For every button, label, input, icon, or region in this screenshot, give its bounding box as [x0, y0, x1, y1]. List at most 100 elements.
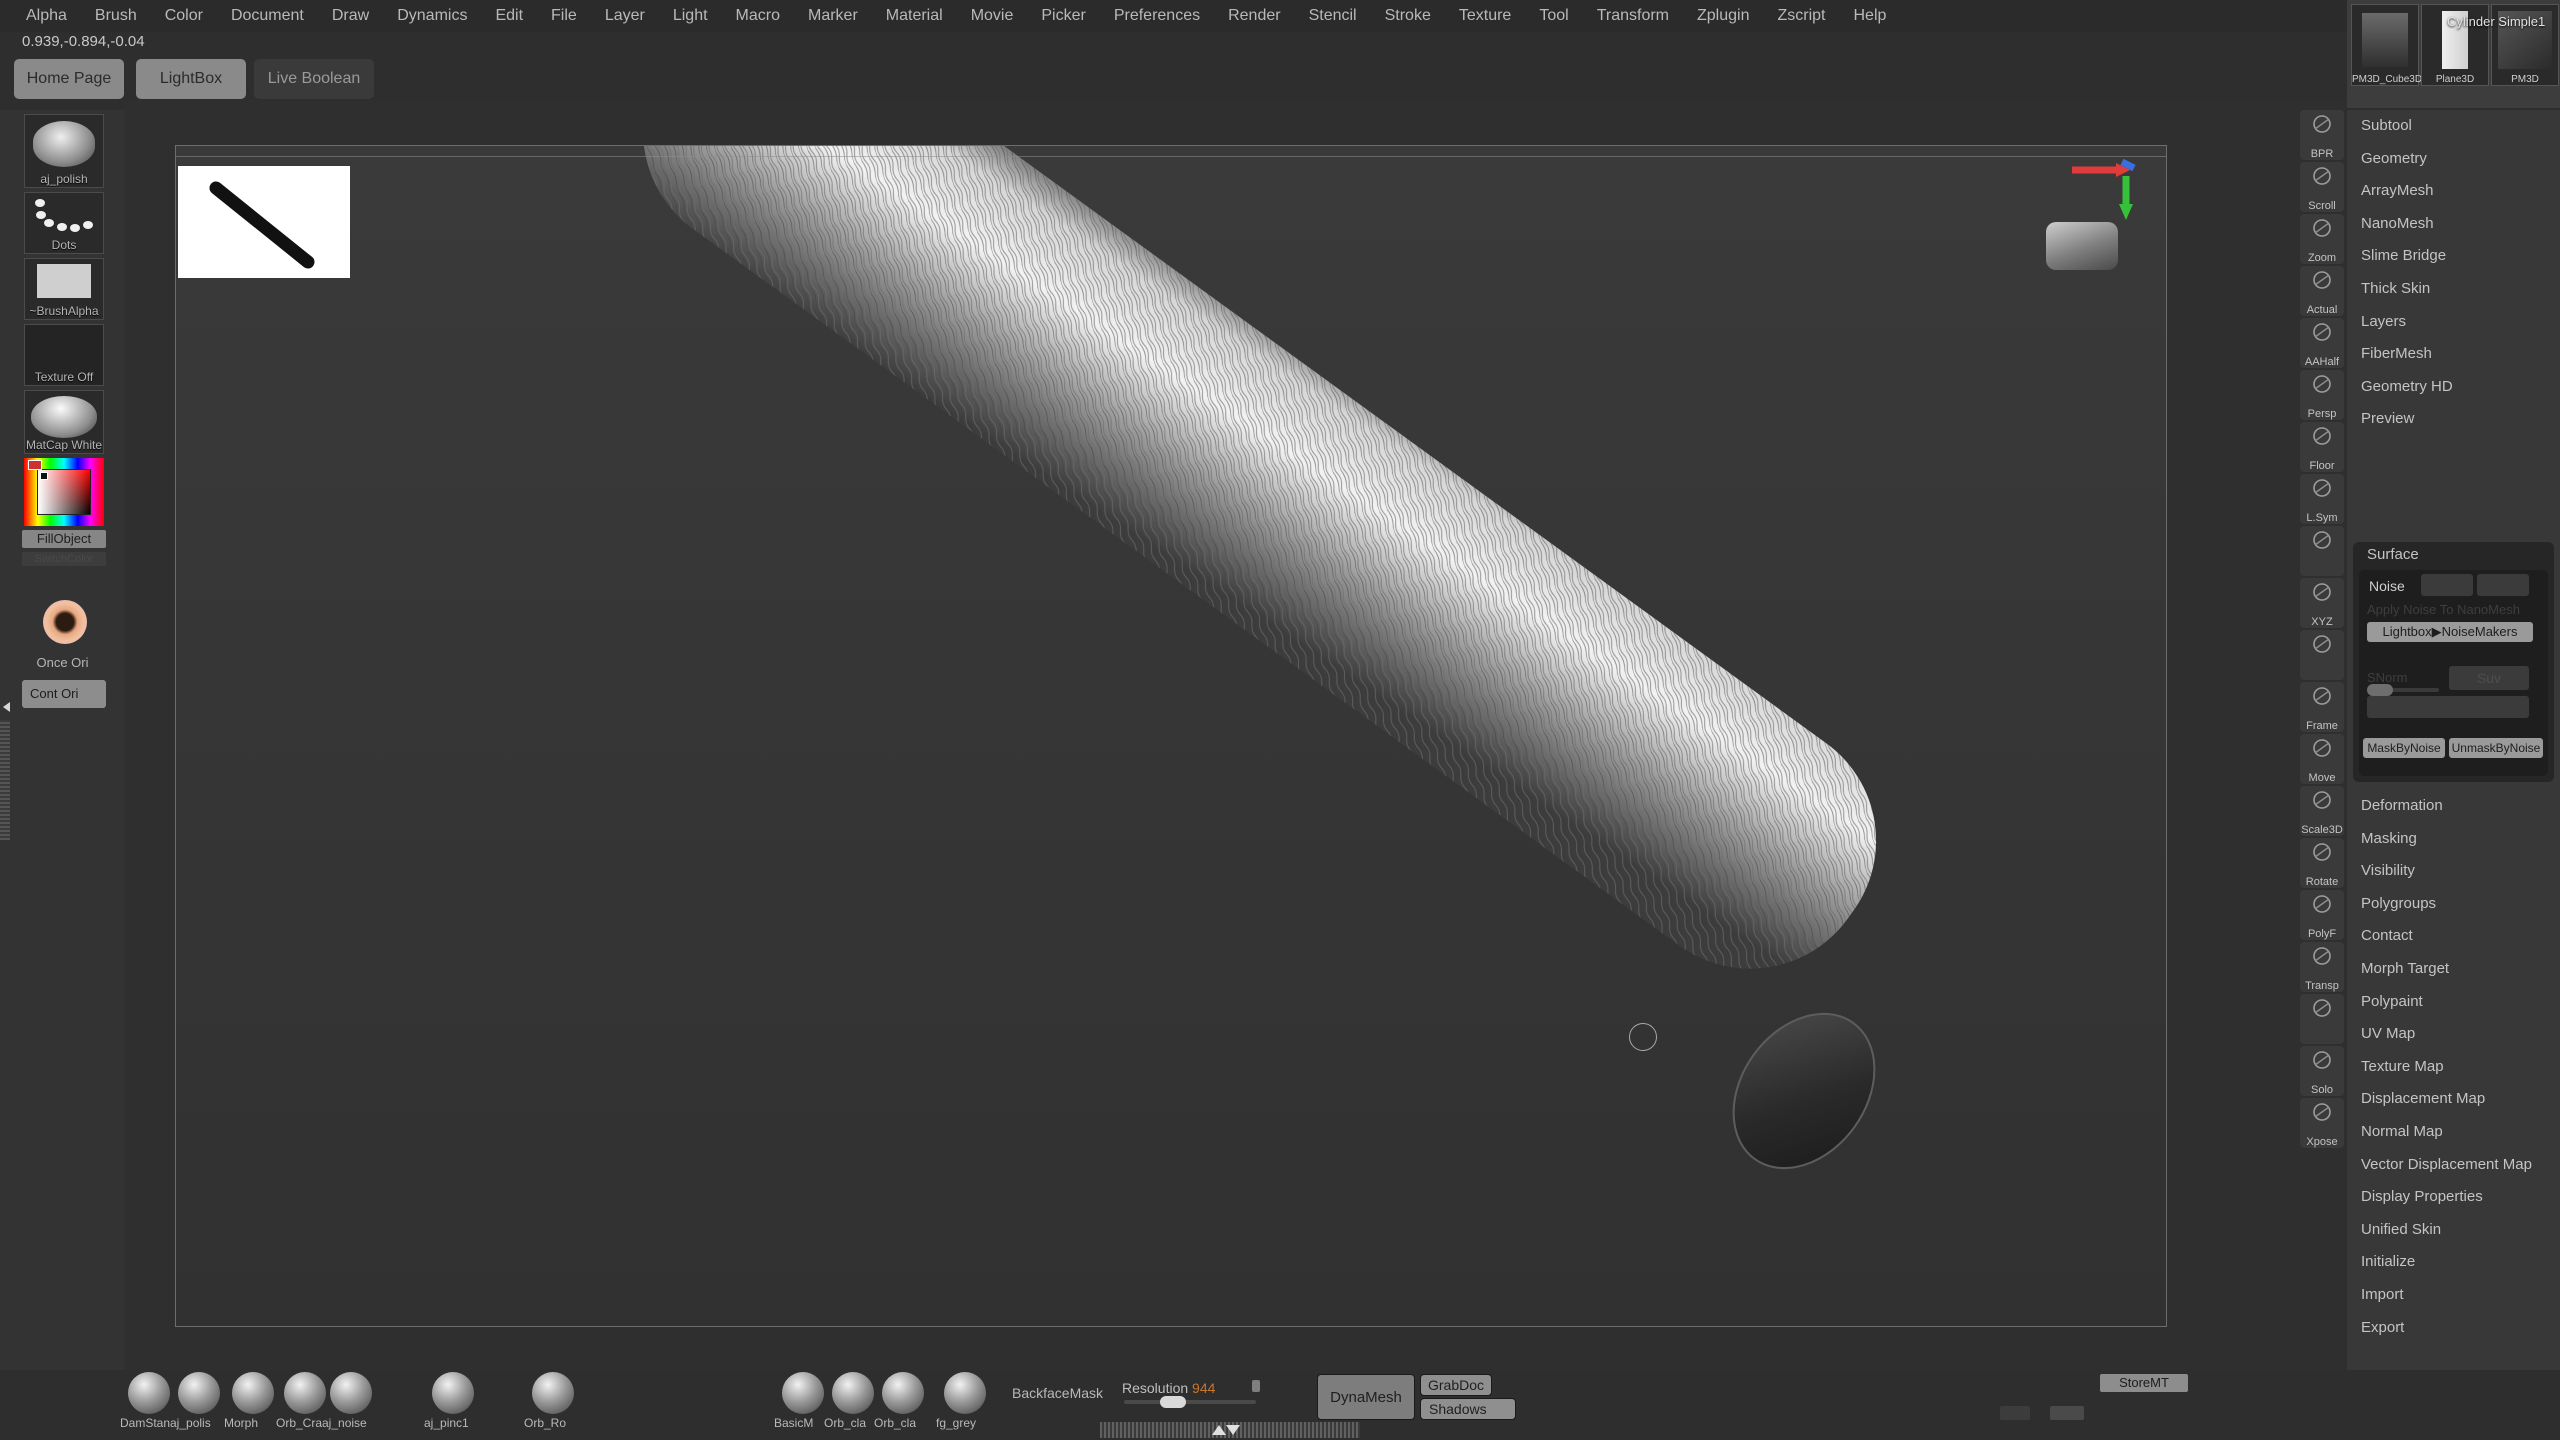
menu-item-file[interactable]: File — [539, 4, 589, 28]
fill-object-button[interactable]: FillObject — [22, 530, 106, 548]
rail-move-icon[interactable]: Move — [2300, 734, 2344, 784]
brush-slot[interactable] — [832, 1372, 874, 1414]
brush-slot[interactable] — [232, 1372, 274, 1414]
resolution-lock-icon[interactable] — [1252, 1380, 1260, 1392]
menu-item-dynamics[interactable]: Dynamics — [385, 4, 479, 28]
menu-item-edit[interactable]: Edit — [483, 4, 535, 28]
material-thumbnail[interactable]: MatCap White — [24, 390, 104, 454]
palette-item-display-properties[interactable]: Display Properties — [2347, 1181, 2560, 1214]
noise-field-a[interactable] — [2421, 574, 2473, 596]
palette-item-geometry-hd[interactable]: Geometry HD — [2347, 371, 2560, 404]
menu-item-zplugin[interactable]: Zplugin — [1685, 4, 1761, 28]
rail-rotate-icon[interactable]: Rotate — [2300, 838, 2344, 888]
brush-slot[interactable] — [782, 1372, 824, 1414]
shadows-button[interactable]: Shadows — [1420, 1398, 1516, 1420]
rail-floor-grid-icon[interactable]: Floor — [2300, 422, 2344, 472]
menu-item-render[interactable]: Render — [1216, 4, 1292, 28]
palette-item-arraymesh[interactable]: ArrayMesh — [2347, 175, 2560, 208]
rail-hand-icon[interactable]: Scroll — [2300, 162, 2344, 212]
menu-item-transform[interactable]: Transform — [1585, 4, 1681, 28]
menu-item-document[interactable]: Document — [219, 4, 316, 28]
menu-item-texture[interactable]: Texture — [1447, 4, 1523, 28]
rail-ghost-icon[interactable] — [2300, 994, 2344, 1044]
palette-item-layers[interactable]: Layers — [2347, 306, 2560, 339]
rail-polyframe-icon[interactable]: PolyF — [2300, 890, 2344, 940]
unmask-by-noise-button[interactable]: UnmaskByNoise — [2449, 738, 2543, 758]
menu-item-picker[interactable]: Picker — [1029, 4, 1097, 28]
palette-item-unified-skin[interactable]: Unified Skin — [2347, 1214, 2560, 1247]
brush-slot[interactable] — [178, 1372, 220, 1414]
rail-axis-icon[interactable]: XYZ — [2300, 578, 2344, 628]
tool-thumb-0[interactable]: PM3D_Cube3D — [2351, 4, 2422, 86]
palette-item-uv-map[interactable]: UV Map — [2347, 1018, 2560, 1051]
bottom-scroll-arrows[interactable] — [1200, 1422, 1248, 1438]
brush-slot[interactable] — [330, 1372, 372, 1414]
menu-item-light[interactable]: Light — [661, 4, 720, 28]
menu-item-material[interactable]: Material — [874, 4, 955, 28]
resolution-slider[interactable] — [1124, 1396, 1256, 1408]
rail-frame-icon[interactable]: Frame — [2300, 682, 2344, 732]
lightbox-button[interactable]: LightBox — [136, 59, 246, 99]
palette-item-nanomesh[interactable]: NanoMesh — [2347, 208, 2560, 241]
brush-slot[interactable] — [944, 1372, 986, 1414]
rail-actual-size-icon[interactable]: Actual — [2300, 266, 2344, 316]
menu-item-stroke[interactable]: Stroke — [1373, 4, 1443, 28]
palette-item-slime-bridge[interactable]: Slime Bridge — [2347, 240, 2560, 273]
rail-solo-icon[interactable]: Solo — [2300, 1046, 2344, 1096]
menu-item-color[interactable]: Color — [153, 4, 215, 28]
snorm-slider[interactable] — [2367, 684, 2439, 696]
palette-item-normal-map[interactable]: Normal Map — [2347, 1116, 2560, 1149]
rail-magnifier-icon[interactable]: Zoom — [2300, 214, 2344, 264]
rail-perspective-icon[interactable]: Persp — [2300, 370, 2344, 420]
palette-item-export[interactable]: Export — [2347, 1312, 2560, 1345]
brush-alpha-thumbnail[interactable]: ~BrushAlpha — [24, 258, 104, 320]
menu-item-macro[interactable]: Macro — [724, 4, 792, 28]
menu-item-movie[interactable]: Movie — [959, 4, 1026, 28]
menu-item-help[interactable]: Help — [1841, 4, 1898, 28]
palette-item-subtool[interactable]: Subtool — [2347, 110, 2560, 143]
menu-item-stencil[interactable]: Stencil — [1297, 4, 1369, 28]
palette-item-preview[interactable]: Preview — [2347, 403, 2560, 436]
palette-item-vector-displacement-map[interactable]: Vector Displacement Map — [2347, 1149, 2560, 1182]
cont-ori-button[interactable]: Cont Ori — [22, 680, 106, 708]
texture-orb[interactable] — [43, 600, 87, 644]
palette-item-geometry[interactable]: Geometry — [2347, 143, 2560, 176]
palette-item-polygroups[interactable]: Polygroups — [2347, 888, 2560, 921]
menu-item-marker[interactable]: Marker — [796, 4, 870, 28]
axis-gizmo[interactable] — [2064, 154, 2144, 224]
mask-by-noise-button[interactable]: MaskByNoise — [2363, 738, 2445, 758]
menu-item-alpha[interactable]: Alpha — [14, 4, 79, 28]
menu-item-zscript[interactable]: Zscript — [1765, 4, 1837, 28]
rail-transp-ghost-icon[interactable] — [2300, 526, 2344, 576]
rail-transparency-icon[interactable]: Transp — [2300, 942, 2344, 992]
color-picker[interactable] — [24, 458, 104, 526]
rail-render-icon[interactable]: BPR — [2300, 110, 2344, 160]
palette-item-masking[interactable]: Masking — [2347, 823, 2560, 856]
menu-item-draw[interactable]: Draw — [320, 4, 381, 28]
menu-item-layer[interactable]: Layer — [593, 4, 657, 28]
palette-item-fibermesh[interactable]: FiberMesh — [2347, 338, 2560, 371]
suv-button[interactable]: Suv — [2449, 666, 2529, 690]
dynamesh-button[interactable]: DynaMesh — [1317, 1374, 1415, 1420]
live-boolean-button[interactable]: Live Boolean — [254, 59, 374, 99]
palette-item-import[interactable]: Import — [2347, 1279, 2560, 1312]
left-tray-scrollbar[interactable] — [0, 720, 10, 840]
rail-scale-icon[interactable]: Scale3D — [2300, 786, 2344, 836]
brush-slot[interactable] — [882, 1372, 924, 1414]
alpha-thumbnail[interactable]: aj_polish — [24, 114, 104, 188]
noise-field-b[interactable] — [2477, 574, 2529, 596]
rail-local-symmetry-icon[interactable]: L.Sym — [2300, 474, 2344, 524]
palette-item-texture-map[interactable]: Texture Map — [2347, 1051, 2560, 1084]
brush-slot[interactable] — [128, 1372, 170, 1414]
bottom-slot-b[interactable] — [2050, 1406, 2084, 1420]
noise-extra-field[interactable] — [2367, 696, 2529, 718]
bottom-slot-a[interactable] — [2000, 1406, 2030, 1420]
brush-slot[interactable] — [284, 1372, 326, 1414]
bottom-backface-mask[interactable]: BackfaceMask — [1012, 1385, 1103, 1401]
palette-item-thick-skin[interactable]: Thick Skin — [2347, 273, 2560, 306]
palette-item-visibility[interactable]: Visibility — [2347, 855, 2560, 888]
palette-item-displacement-map[interactable]: Displacement Map — [2347, 1083, 2560, 1116]
menu-item-brush[interactable]: Brush — [83, 4, 149, 28]
rail-solo-dynamic-icon[interactable] — [2300, 630, 2344, 680]
menu-item-tool[interactable]: Tool — [1527, 4, 1580, 28]
